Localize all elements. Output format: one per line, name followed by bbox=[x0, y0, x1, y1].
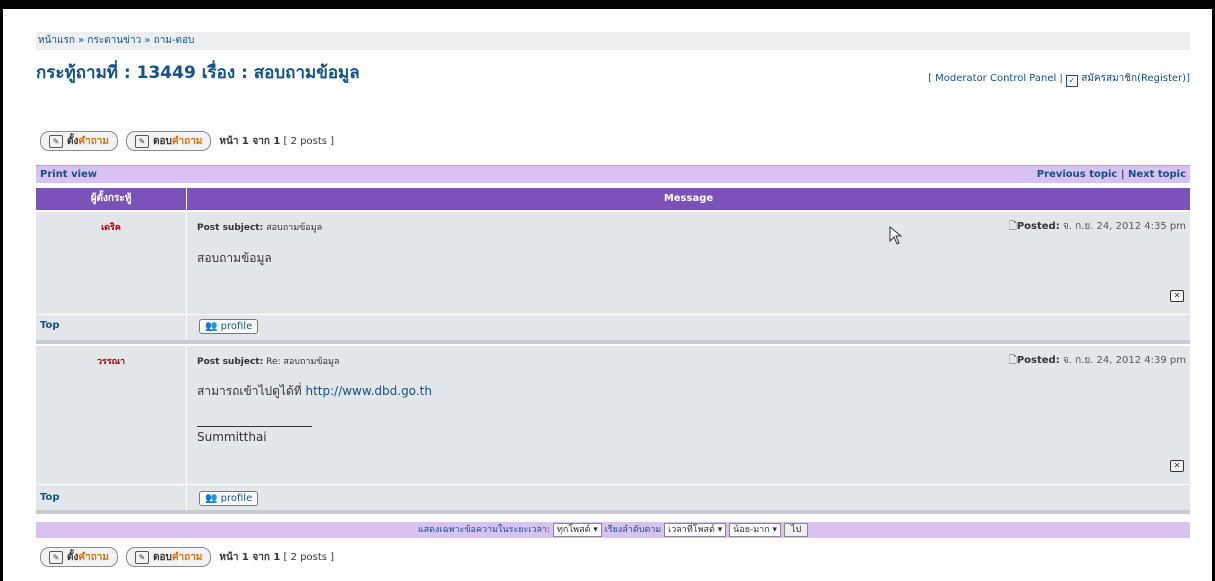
pagination-info: หน้า 1 จาก 1 [ 2 posts ] bbox=[219, 135, 335, 147]
pencil-icon: ✎ bbox=[49, 550, 63, 564]
profile-button[interactable]: 👥 profile bbox=[199, 319, 259, 334]
register-link[interactable]: สมัครสมาชิก(Register)] bbox=[1081, 73, 1190, 84]
window-top-border bbox=[0, 0, 1215, 9]
profile-icon: 👥 bbox=[205, 493, 218, 504]
sort-select[interactable]: เวลาที่โพสต์ ▾ bbox=[664, 522, 727, 537]
posts-table-header: ผู้ตั้งกระทู้ Message bbox=[36, 188, 1190, 210]
print-view-link[interactable]: Print view bbox=[36, 169, 97, 180]
author-column-header: ผู้ตั้งกระทู้ bbox=[36, 188, 187, 210]
mouse-cursor-icon bbox=[889, 226, 903, 245]
profile-button[interactable]: 👥 profile bbox=[199, 491, 259, 506]
window-left-border bbox=[0, 0, 3, 581]
pencil-icon: ✎ bbox=[134, 550, 149, 564]
signature: Summitthai bbox=[197, 430, 267, 444]
new-topic-button[interactable]: ✎ ตั้ง คำถาม bbox=[40, 131, 118, 151]
reply-button[interactable]: ✎ ตอบ คำถาม bbox=[125, 131, 212, 151]
post-2: วรรณา Post subject: Re: สอบถามข้อมูล 🗋Po… bbox=[36, 346, 1190, 510]
breadcrumb[interactable]: หน้าแรก » กระดานข่าว » ถาม-ตอบ bbox=[36, 32, 1190, 50]
post-subject: Post subject: สอบถามข้อมูล bbox=[197, 223, 323, 233]
period-select[interactable]: ทุกโพสต์ ▾ bbox=[552, 522, 602, 537]
post-body: สอบถามข้อมูล bbox=[197, 251, 272, 265]
post-1: เดริค Post subject: สอบถามข้อมูล 🗋Posted… bbox=[36, 212, 1190, 340]
go-button[interactable]: ไป bbox=[783, 522, 809, 537]
post-body: สามารถเข้าไปดูได้ที่ http://www.dbd.go.t… bbox=[197, 384, 432, 398]
top-link[interactable]: Top bbox=[40, 320, 60, 331]
post-separator bbox=[36, 340, 1190, 344]
post-date: 🗋Posted: จ. ก.ย. 24, 2012 4:39 pm bbox=[1008, 355, 1186, 366]
topic-actions-top: ✎ ตั้ง คำถาม ✎ ตอบ คำถาม หน้า 1 จาก 1 [ 2 … bbox=[40, 130, 334, 152]
pencil-icon: ✎ bbox=[134, 134, 149, 148]
profile-icon: 👥 bbox=[205, 321, 218, 332]
author-cell bbox=[36, 346, 187, 510]
message-column-header: Message bbox=[663, 193, 714, 204]
post-icon: 🗋 bbox=[1008, 221, 1017, 232]
topic-actions-bottom: ✎ ตั้ง คำถาม ✎ ตอบ คำถาม หน้า 1 จาก 1 [ 2 … bbox=[40, 546, 334, 568]
post-icon: 🗋 bbox=[1008, 355, 1017, 366]
divider bbox=[36, 314, 1190, 315]
moderator-control-panel-link[interactable]: [ Moderator Control Panel | bbox=[928, 73, 1063, 84]
reply-button[interactable]: ✎ ตอบ คำถาม bbox=[125, 547, 212, 567]
order-select[interactable]: น้อย-มาก ▾ bbox=[729, 522, 782, 537]
report-icon[interactable]: ✕ bbox=[1170, 290, 1184, 302]
top-link[interactable]: Top bbox=[40, 492, 60, 503]
topic-nav-links[interactable]: Previous topic | Next topic bbox=[1037, 166, 1186, 183]
pagination-info: หน้า 1 จาก 1 [ 2 posts ] bbox=[219, 551, 335, 563]
post-date: 🗋Posted: จ. ก.ย. 24, 2012 4:35 pm bbox=[1008, 221, 1186, 232]
moderator-links: [ Moderator Control Panel | ✓ สมัครสมาชิ… bbox=[928, 71, 1190, 87]
post-subject: Post subject: Re: สอบถามข้อมูล bbox=[197, 357, 340, 367]
report-icon[interactable]: ✕ bbox=[1170, 460, 1184, 472]
topic-nav-bar: Print view Previous topic | Next topic bbox=[36, 165, 1190, 183]
signature-divider bbox=[197, 426, 312, 427]
checkbox-icon: ✓ bbox=[1066, 75, 1079, 87]
display-filter-bar: แสดงเฉพาะข้อความในระยะเวลา: ทุกโพสต์ ▾ เ… bbox=[36, 522, 1190, 538]
author-name[interactable]: เดริค bbox=[36, 220, 186, 234]
post-link[interactable]: http://www.dbd.go.th bbox=[305, 384, 431, 398]
new-topic-button[interactable]: ✎ ตั้ง คำถาม bbox=[40, 547, 118, 567]
author-name[interactable]: วรรณา bbox=[36, 354, 186, 368]
pencil-icon: ✎ bbox=[49, 134, 63, 148]
post-separator bbox=[36, 510, 1190, 514]
divider bbox=[36, 484, 1190, 485]
